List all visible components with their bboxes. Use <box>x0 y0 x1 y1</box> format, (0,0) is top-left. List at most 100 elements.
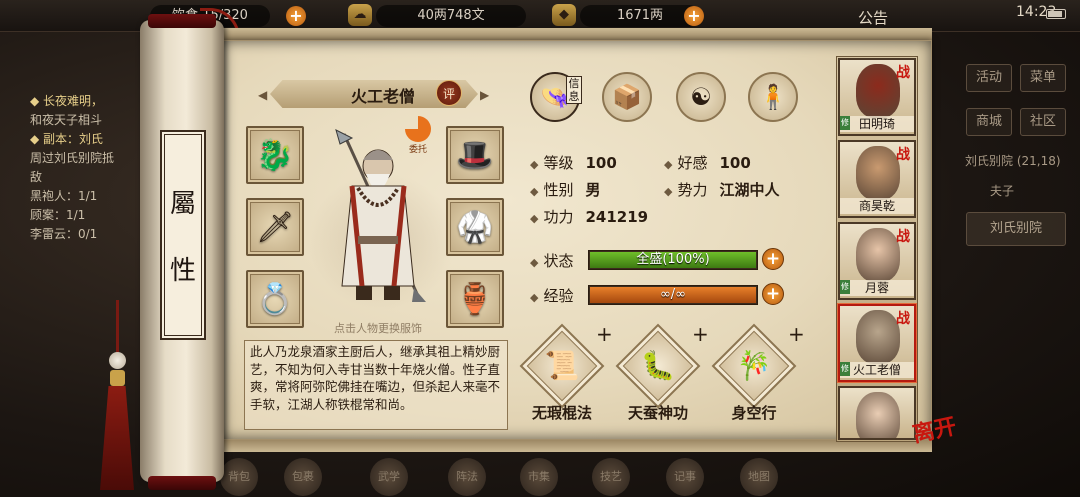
roller-cap-bottom <box>148 476 216 490</box>
scroll-title: 屬 性 <box>160 130 206 340</box>
scroll-icon: 📜 <box>544 349 580 382</box>
hidden-weapon-slot[interactable]: 🗡 <box>246 198 304 256</box>
skill-name: 天蚕神功 <box>627 404 688 422</box>
cultivate-tag: 修 <box>840 116 850 130</box>
stat-label: 好感 <box>677 154 708 172</box>
nav-package-icon[interactable]: 包裹 <box>284 458 322 496</box>
exp-add-button[interactable]: + <box>762 283 784 305</box>
status-label: ◆ 状态 <box>530 250 573 271</box>
stat-gender: ◆ 性别男 <box>530 179 601 200</box>
skill-name: 身空行 <box>731 404 777 422</box>
headgear-slot[interactable]: 🎩 <box>446 126 504 184</box>
nav-market-icon[interactable]: 市集 <box>520 458 558 496</box>
diamond-bullet-icon: ◆ <box>530 185 539 198</box>
nav-formation-icon[interactable]: 阵法 <box>448 458 486 496</box>
diamond-bullet-icon: ◆ <box>664 158 673 171</box>
shop-button[interactable]: 商城 <box>966 108 1012 136</box>
location-coords: 刘氏别院 (21,18) <box>965 154 1061 168</box>
nav-map-icon[interactable]: 地图 <box>740 458 778 496</box>
stat-value: 100 <box>585 154 617 172</box>
scroll-title-char: 性 <box>169 256 196 286</box>
stat-faction: ◆ 势力 江湖中人 <box>664 179 780 200</box>
status-label-text: 状态 <box>543 252 574 270</box>
banner-right-arrow-icon: ▶ <box>480 88 490 102</box>
nav-martial-icon[interactable]: 武学 <box>370 458 408 496</box>
tab-info-label: 信息 <box>566 76 582 104</box>
stat-label: 等级 <box>543 154 574 172</box>
silver-amount: 40两748文 <box>376 5 526 27</box>
meridian-icon: 🧍 <box>758 83 788 111</box>
skill-slot[interactable]: 🐛 + 天蚕神功 <box>608 322 709 428</box>
skill-slot[interactable]: 🎋 + 身空行 <box>704 322 805 428</box>
diamond-bullet-icon: ◆ <box>664 185 673 198</box>
menu-button[interactable]: 菜单 <box>1020 64 1066 92</box>
stat-label: 势力 <box>677 181 708 199</box>
nav-backpack-icon[interactable]: 背包 <box>220 458 258 496</box>
add-gold-button[interactable]: + <box>684 6 704 26</box>
nav-journal-icon[interactable]: 记事 <box>666 458 704 496</box>
dragon-weapon-icon: 🐉 <box>256 137 294 173</box>
stat-power: ◆ 功力 241219 <box>530 206 648 227</box>
tab-meridian[interactable]: 🧍 <box>748 72 798 122</box>
party-member[interactable]: 战 田明琦 修 <box>838 58 916 136</box>
character-description: 此人乃龙泉酒家主厨后人，继承其祖上精妙厨艺，不知为何入寺甘当数十年烧火僧。性子直… <box>244 340 508 430</box>
member-portrait <box>856 64 900 118</box>
exp-bar-text: ∞/∞ <box>659 287 687 302</box>
character-name: 火工老僧 <box>350 87 415 106</box>
scroll-title-char: 屬 <box>169 189 196 219</box>
activity-button[interactable]: 活动 <box>966 64 1012 92</box>
skill-add-icon[interactable]: + <box>788 322 805 346</box>
notice-button[interactable]: 公告 <box>858 7 888 28</box>
stat-value: 100 <box>719 154 751 172</box>
battle-tag: 战 <box>896 65 910 81</box>
paper-bottom-edge <box>222 440 932 452</box>
exp-row: ◆ 经验 ∞/∞ + <box>530 282 790 308</box>
battle-tag: 战 <box>896 147 910 163</box>
member-name: 田明琦 <box>840 116 914 132</box>
stat-value: 江湖中人 <box>719 181 780 199</box>
exp-label-text: 经验 <box>543 287 574 305</box>
gold-amount: 1671两 <box>580 5 700 27</box>
member-portrait <box>856 310 900 364</box>
stat-label: 性别 <box>543 181 574 199</box>
weapon-slot[interactable]: 🐉 <box>246 126 304 184</box>
cultivate-tag: 修 <box>840 362 850 376</box>
jade-scroll-icon: 🎋 <box>736 349 772 382</box>
exp-label: ◆ 经验 <box>530 285 573 306</box>
armor-icon: 🥋 <box>456 209 494 245</box>
gold-ingot-icon: ◆ <box>552 4 576 26</box>
tab-inventory[interactable]: 📦 <box>602 72 652 122</box>
diamond-bullet-icon: ◆ <box>530 291 539 304</box>
party-member[interactable]: 战 月蓉 修 <box>838 222 916 300</box>
diamond-bullet-icon: ◆ <box>530 256 539 269</box>
party-member-selected[interactable]: 战 火工老僧 修 <box>838 304 916 382</box>
ring-slot[interactable]: 💍 <box>246 270 304 328</box>
status-bar-text: 全盛(100%) <box>636 252 710 267</box>
blade-icon: 🗡 <box>255 209 295 245</box>
review-button[interactable]: 评 <box>436 80 462 106</box>
member-portrait <box>856 146 900 200</box>
party-member[interactable] <box>838 386 916 440</box>
community-button[interactable]: 社区 <box>1020 108 1066 136</box>
stat-level: ◆ 等级 100 <box>530 152 617 173</box>
battle-tag: 战 <box>896 311 910 327</box>
status-add-button[interactable]: + <box>762 248 784 270</box>
member-name: 火工老僧 <box>840 362 914 378</box>
diamond-bullet-icon: ◆ <box>530 212 539 225</box>
stat-favor: ◆ 好感 100 <box>664 152 751 173</box>
accessory-slot[interactable]: 🏺 <box>446 270 504 328</box>
skill-name: 无瑕棍法 <box>531 404 592 422</box>
roller-cap-top <box>148 14 216 28</box>
location-button[interactable]: 刘氏别院 <box>966 212 1066 246</box>
tab-bagua[interactable]: ☯ <box>676 72 726 122</box>
battle-tag: 战 <box>896 229 910 245</box>
status-row: ◆ 状态 全盛(100%) + <box>530 247 790 273</box>
nav-craft-icon[interactable]: 技艺 <box>592 458 630 496</box>
character-portrait[interactable] <box>322 126 434 312</box>
skill-slot[interactable]: 📜 + 无瑕棍法 <box>512 322 613 428</box>
gourd-icon: 🏺 <box>456 281 494 317</box>
banner-left-arrow-icon: ◀ <box>258 88 268 102</box>
party-member[interactable]: 战 商昊乾 <box>838 140 916 218</box>
add-backpack-button[interactable]: + <box>286 6 306 26</box>
book-icon: 📦 <box>612 83 642 111</box>
